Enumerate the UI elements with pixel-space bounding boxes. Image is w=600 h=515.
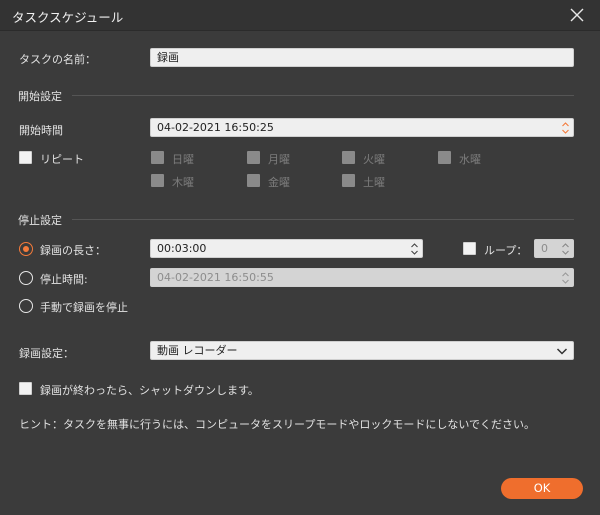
stop-time-value: 04-02-2021 16:50:55 [157, 271, 274, 284]
day-label-tue: 火曜 [363, 153, 385, 166]
repeat-label: リピート [40, 153, 84, 166]
day-checkbox-tue[interactable] [342, 151, 355, 164]
task-schedule-dialog: タスクスケジュール タスクの名前： 録画 開始設定 開始時間 04-02-202… [0, 0, 600, 515]
start-time-label: 開始時間 [19, 124, 63, 137]
start-time-input[interactable]: 04-02-2021 16:50:25 [150, 118, 574, 137]
day-label-wed: 水曜 [459, 153, 481, 166]
day-label-sun: 日曜 [172, 153, 194, 166]
start-time-value: 04-02-2021 16:50:25 [157, 121, 274, 134]
stop-time-radio[interactable] [19, 271, 33, 285]
task-name-input[interactable]: 録画 [150, 48, 574, 67]
day-label-mon: 月曜 [268, 153, 290, 166]
task-name-value: 録画 [157, 51, 179, 64]
spin-arrows-icon[interactable] [410, 241, 419, 257]
window-title: タスクスケジュール [12, 10, 124, 25]
day-checkbox-fri[interactable] [247, 174, 260, 187]
shutdown-label: 録画が終わったら、シャットダウンします。 [40, 384, 259, 397]
loop-input[interactable]: 0 [534, 239, 574, 258]
day-label-sat: 土曜 [363, 176, 385, 189]
day-checkbox-mon[interactable] [247, 151, 260, 164]
loop-value: 0 [541, 242, 548, 255]
stop-time-label: 停止時間: [40, 273, 88, 286]
day-checkbox-thu[interactable] [151, 174, 164, 187]
day-checkbox-wed[interactable] [438, 151, 451, 164]
ok-button[interactable]: OK [501, 478, 583, 499]
loop-checkbox[interactable] [463, 242, 476, 255]
start-settings-heading: 開始設定 [18, 90, 62, 103]
task-name-label: タスクの名前： [19, 53, 96, 66]
stop-settings-heading: 停止設定 [18, 214, 62, 227]
start-settings-divider [72, 95, 574, 96]
record-settings-value: 動画 レコーダー [157, 344, 238, 357]
shutdown-checkbox[interactable] [19, 382, 32, 395]
manual-stop-radio[interactable] [19, 299, 33, 313]
day-checkbox-sat[interactable] [342, 174, 355, 187]
record-settings-select[interactable]: 動画 レコーダー [150, 341, 574, 360]
spin-arrows-icon[interactable] [561, 270, 570, 286]
hint-text: ヒント：タスクを無事に行うには、コンピュータをスリープモードやロックモードにしな… [19, 418, 536, 431]
repeat-checkbox[interactable] [19, 151, 32, 164]
duration-value: 00:03:00 [157, 242, 207, 255]
spin-arrows-icon[interactable] [561, 241, 570, 257]
day-checkbox-sun[interactable] [151, 151, 164, 164]
day-label-fri: 金曜 [268, 176, 290, 189]
loop-label: ループ： [484, 244, 528, 257]
record-settings-label: 録画設定： [19, 347, 74, 360]
spin-arrows-icon[interactable] [561, 120, 570, 136]
duration-label: 録画の長さ： [40, 244, 106, 257]
chevron-down-icon [556, 348, 568, 355]
stop-settings-divider [72, 219, 574, 220]
day-label-thu: 木曜 [172, 176, 194, 189]
duration-input[interactable]: 00:03:00 [150, 239, 423, 258]
title-bar: タスクスケジュール [0, 0, 600, 31]
stop-time-input[interactable]: 04-02-2021 16:50:55 [150, 268, 574, 287]
duration-radio[interactable] [19, 242, 33, 256]
manual-stop-label: 手動で録画を停止 [40, 301, 128, 314]
close-icon[interactable] [568, 6, 586, 24]
